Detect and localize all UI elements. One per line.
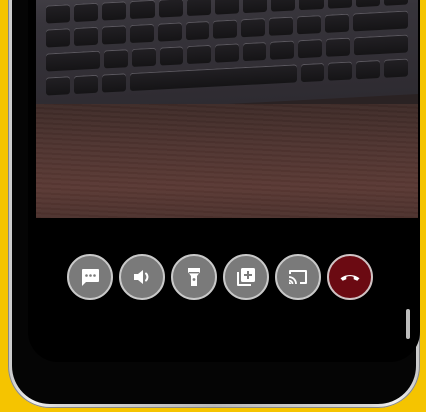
- cast-button[interactable]: [275, 254, 321, 300]
- frame-highlight: [406, 309, 410, 339]
- speaker-icon: [134, 270, 149, 284]
- speaker-button[interactable]: [119, 254, 165, 300]
- flashlight-icon: [188, 268, 200, 286]
- flashlight-button[interactable]: [171, 254, 217, 300]
- chat-icon: [82, 269, 99, 286]
- add-to-library-button[interactable]: [223, 254, 269, 300]
- call-controls: [67, 254, 373, 300]
- call-screen: [28, 0, 420, 362]
- video-keyboard: [36, 0, 418, 115]
- video-desk-surface: [36, 104, 418, 218]
- phone-frame: [8, 0, 420, 408]
- add-to-library-icon: [237, 268, 255, 286]
- remote-video-feed: [36, 0, 418, 218]
- end-call-button[interactable]: [327, 254, 373, 300]
- chat-button[interactable]: [67, 254, 113, 300]
- phone-bezel: [12, 0, 420, 404]
- end-call-icon: [340, 274, 360, 281]
- cast-icon: [288, 270, 307, 285]
